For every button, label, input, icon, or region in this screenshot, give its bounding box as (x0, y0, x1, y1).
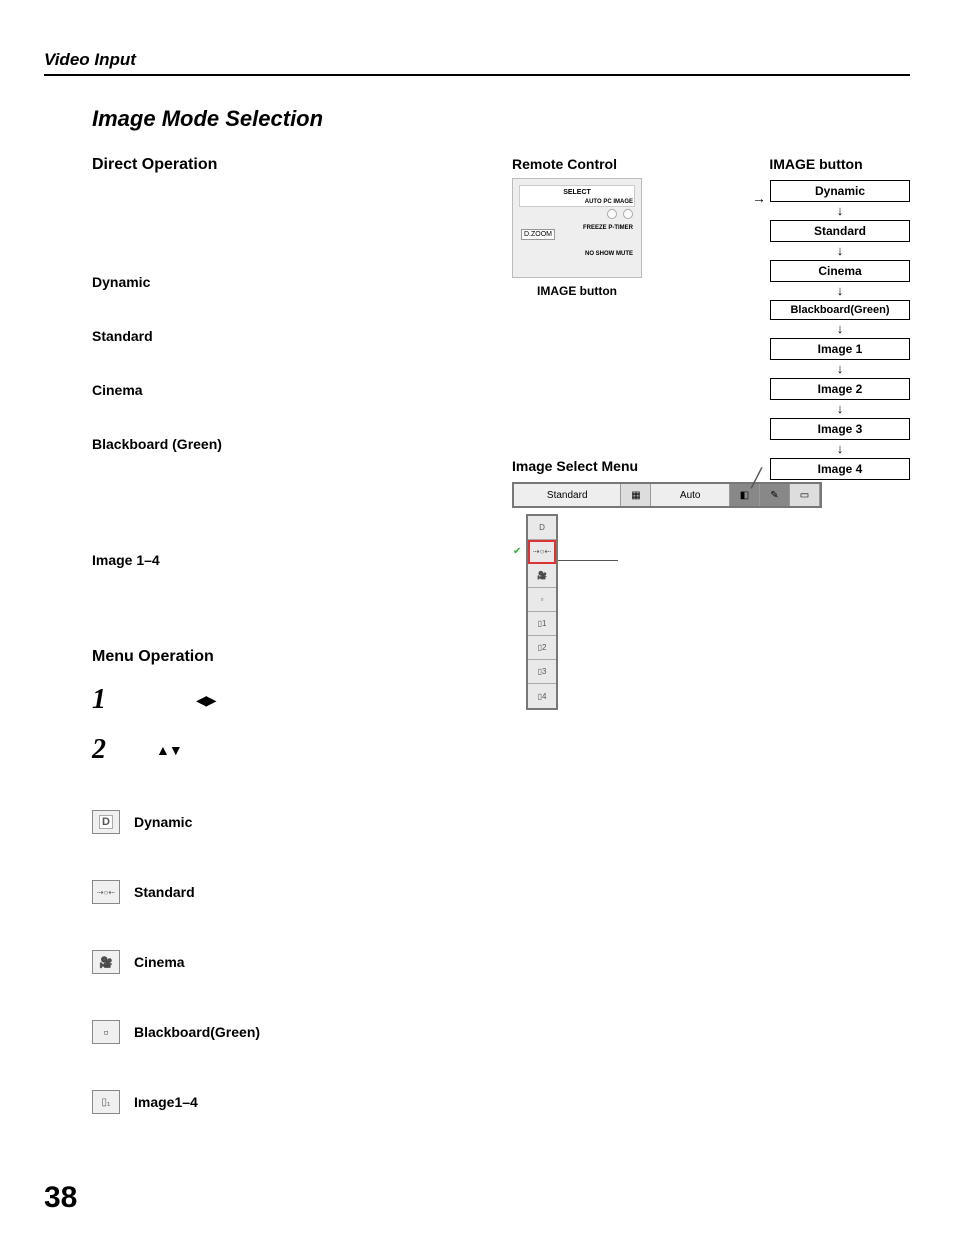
flow-image3: Image 3 (770, 418, 910, 440)
section-header: Video Input (44, 50, 910, 76)
page-title: Image Mode Selection (92, 106, 910, 132)
image-button-caption: IMAGE button (512, 284, 642, 298)
image14-icon-label: Image1–4 (134, 1094, 198, 1110)
cinema-icon (92, 950, 120, 974)
ism-item-blackboard: ▫ (528, 588, 556, 612)
icon-row-cinema: Cinema (92, 950, 512, 974)
image-button-flow: → Dynamic ↓ Standard ↓ Cinema ↓ Blackboa… (770, 180, 910, 482)
noshow-mute-label: NO SHOW MUTE (585, 251, 633, 257)
dynamic-icon (92, 810, 120, 834)
flow-image2: Image 2 (770, 378, 910, 400)
ism-item-dynamic: D (528, 516, 556, 540)
mode-blackboard: Blackboard (Green) (92, 436, 512, 452)
step-2: 2 ▲▼ (92, 734, 512, 766)
remote-control-figure: SELECT D.ZOOM AUTO PC IMAGE FREEZE P-TIM… (512, 178, 642, 278)
ism-item-image2: ▯2 (528, 636, 556, 660)
flow-cinema: Cinema (770, 260, 910, 282)
image14-icon (92, 1090, 120, 1114)
ism-auto-cell: Auto (651, 484, 729, 506)
ism-item-standard: ⇢○⇠ (528, 540, 556, 564)
standard-icon-label: Standard (134, 884, 195, 900)
flow-start-arrow-icon: → (752, 190, 766, 206)
down-arrow-icon: ↓ (770, 362, 910, 375)
down-arrow-icon: ↓ (770, 244, 910, 257)
ism-item-image1: ▯1 (528, 612, 556, 636)
mode-dynamic: Dynamic (92, 274, 512, 290)
image-button-heading: IMAGE button (722, 156, 910, 172)
ism-vertical-menu: D ⇢○⇠ 🎥 ▫ ▯1 ▯2 ▯3 ▯4 (526, 514, 558, 710)
mode-cinema: Cinema (92, 382, 512, 398)
down-arrow-icon: ↓ (770, 402, 910, 415)
down-arrow-icon: ↓ (770, 322, 910, 335)
ism-item-image3: ▯3 (528, 660, 556, 684)
checkmark-icon: ✔ (513, 546, 521, 557)
step-1: 1 ◀▶ (92, 684, 512, 716)
standard-icon (92, 880, 120, 904)
ism-icon-cell-3: ✎ (760, 484, 790, 506)
blackboard-icon (92, 1020, 120, 1044)
flow-image4: Image 4 (770, 458, 910, 480)
callout-line-icon: ╱ (751, 468, 762, 489)
ism-item-image4: ▯4 (528, 684, 556, 708)
blackboard-icon-label: Blackboard(Green) (134, 1024, 260, 1040)
ism-mode-cell: Standard (514, 484, 621, 506)
dynamic-icon-label: Dynamic (134, 814, 192, 830)
callout-line (558, 560, 618, 561)
icon-row-blackboard: Blackboard(Green) (92, 1020, 512, 1044)
mode-image14: Image 1–4 (92, 552, 512, 568)
dzoom-label: D.ZOOM (521, 229, 555, 240)
ism-icon-cell-1: ▦ (621, 484, 651, 506)
ism-item-cinema: 🎥 (528, 564, 556, 588)
flow-dynamic: Dynamic (770, 180, 910, 202)
remote-control-heading: Remote Control (512, 156, 662, 172)
image-select-menu-figure: ╱ Standard ▦ Auto ◧ ✎ ▭ ✔ D ⇢ (512, 482, 822, 710)
up-down-arrows-icon: ▲▼ (156, 742, 182, 758)
left-column: Direct Operation Dynamic Standard Cinema… (92, 156, 512, 1114)
step-2-number: 2 (92, 734, 116, 766)
direct-operation-heading: Direct Operation (92, 156, 512, 174)
flow-blackboard: Blackboard(Green) (770, 300, 910, 320)
mode-standard: Standard (92, 328, 512, 344)
ism-top-bar: Standard ▦ Auto ◧ ✎ ▭ (512, 482, 822, 508)
flow-image1: Image 1 (770, 338, 910, 360)
left-right-arrows-icon: ◀▶ (196, 692, 216, 709)
menu-operation-heading: Menu Operation (92, 648, 512, 666)
flow-standard: Standard (770, 220, 910, 242)
right-column: Remote Control SELECT D.ZOOM AUTO PC IMA… (512, 156, 910, 1114)
icon-row-image14: Image1–4 (92, 1090, 512, 1114)
cinema-icon-label: Cinema (134, 954, 185, 970)
down-arrow-icon: ↓ (770, 442, 910, 455)
icon-row-dynamic: Dynamic (92, 810, 512, 834)
freeze-ptimer-label: FREEZE P-TIMER (583, 225, 633, 231)
autopc-image-label: AUTO PC IMAGE (585, 199, 633, 205)
down-arrow-icon: ↓ (770, 204, 910, 217)
icon-row-standard: Standard (92, 880, 512, 904)
down-arrow-icon: ↓ (770, 284, 910, 297)
ism-icon-cell-4: ▭ (790, 484, 820, 506)
step-1-number: 1 (92, 684, 116, 716)
select-label: SELECT (563, 189, 591, 196)
page-number: 38 (44, 1181, 77, 1215)
